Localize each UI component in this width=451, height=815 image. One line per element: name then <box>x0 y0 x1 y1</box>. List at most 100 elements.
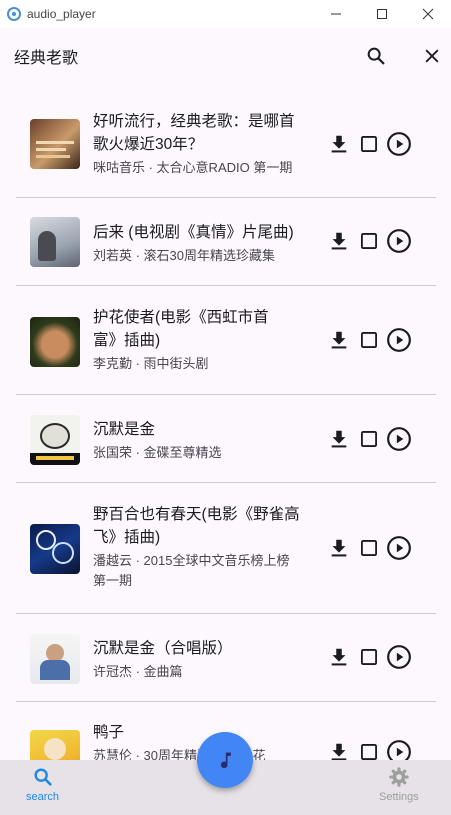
song-text: 护花使者(电影《西虹市首 富》插曲) 李克勤 · 雨中街头剧 <box>93 306 315 374</box>
play-button[interactable] <box>385 534 412 562</box>
list-item[interactable]: 好听流行，经典老歌：是哪首 歌火爆近30年？ 咪咕音乐 · 太合心意RADIO 第… <box>0 99 451 198</box>
song-actions <box>325 326 415 354</box>
album-cover-image <box>30 119 80 169</box>
play-circle-icon <box>386 328 411 352</box>
app-bar: 经典老歌 <box>0 28 451 84</box>
search-icon <box>367 47 385 65</box>
list-item[interactable]: 后来 (电视剧《真情》片尾曲) 刘若英 · 滚石30周年精选珍藏集 <box>0 198 451 286</box>
list-item[interactable]: 护花使者(电影《西虹市首 富》插曲) 李克勤 · 雨中街头剧 <box>0 286 451 395</box>
play-circle-icon <box>386 536 411 560</box>
song-title: 护花使者(电影《西虹市首 富》插曲) <box>93 309 269 349</box>
song-title: 野百合也有春天(电影《野雀高 飞》插曲) <box>93 506 300 546</box>
album-cover-image <box>30 217 80 267</box>
select-checkbox[interactable] <box>355 738 382 760</box>
download-button[interactable] <box>325 227 352 255</box>
download-button[interactable] <box>325 643 352 671</box>
song-title: 沉默是金（合唱版） <box>93 640 233 657</box>
song-text: 沉默是金 张国荣 · 金碟至尊精选 <box>93 418 315 463</box>
checkbox-icon <box>360 431 377 447</box>
song-title: 好听流行，经典老歌：是哪首 歌火爆近30年？ <box>93 113 295 153</box>
window-titlebar: audio_player <box>0 0 451 28</box>
gear-icon <box>389 767 409 787</box>
checkbox-icon <box>360 744 377 760</box>
album-cover-image <box>30 634 80 684</box>
window-close-button[interactable] <box>405 0 451 28</box>
list-item[interactable]: 沉默是金 张国荣 · 金碟至尊精选 <box>0 395 451 483</box>
song-title: 沉默是金 <box>93 421 156 438</box>
play-circle-icon <box>386 132 411 156</box>
download-button[interactable] <box>325 130 352 158</box>
album-cover-image <box>30 730 80 760</box>
close-icon <box>422 8 434 20</box>
play-button[interactable] <box>385 227 412 255</box>
minimize-icon <box>331 13 341 15</box>
select-checkbox[interactable] <box>355 534 382 562</box>
play-button[interactable] <box>385 643 412 671</box>
song-text: 后来 (电视剧《真情》片尾曲) 刘若英 · 滚石30周年精选珍藏集 <box>93 221 315 266</box>
select-checkbox[interactable] <box>355 326 382 354</box>
download-icon <box>331 331 346 349</box>
minimize-button[interactable] <box>313 0 359 28</box>
play-circle-icon <box>386 427 411 451</box>
song-actions <box>325 425 415 453</box>
checkbox-icon <box>360 332 377 348</box>
select-checkbox[interactable] <box>355 227 382 255</box>
album-cover-image <box>30 415 80 465</box>
play-button[interactable] <box>385 326 412 354</box>
select-checkbox[interactable] <box>355 425 382 453</box>
song-text: 好听流行，经典老歌：是哪首 歌火爆近30年？ 咪咕音乐 · 太合心意RADIO 第… <box>93 110 315 178</box>
song-subtitle: 张国荣 · 金碟至尊精选 <box>93 445 222 460</box>
song-text: 沉默是金（合唱版） 许冠杰 · 金曲篇 <box>93 637 315 682</box>
select-checkbox[interactable] <box>355 643 382 671</box>
search-icon <box>33 768 52 786</box>
search-button[interactable] <box>356 36 396 76</box>
download-button[interactable] <box>325 738 352 760</box>
album-cover-image <box>30 317 80 367</box>
checkbox-icon <box>360 233 377 249</box>
song-subtitle: 刘若英 · 滚石30周年精选珍藏集 <box>93 248 276 263</box>
app-logo-icon <box>7 7 21 21</box>
maximize-button[interactable] <box>359 0 405 28</box>
song-actions <box>325 130 415 158</box>
download-icon <box>331 232 346 250</box>
song-text: 野百合也有春天(电影《野雀高 飞》插曲) 潘越云 · 2015全球中文音乐榜上榜第… <box>93 503 315 591</box>
play-circle-icon <box>386 229 411 253</box>
now-playing-fab[interactable] <box>197 732 253 788</box>
download-icon <box>331 135 346 153</box>
play-button[interactable] <box>385 738 412 760</box>
checkbox-icon <box>360 649 377 665</box>
window-title: audio_player <box>27 7 96 21</box>
song-subtitle: 潘越云 · 2015全球中文音乐榜上榜 第一期 <box>93 553 290 588</box>
nav-item-settings[interactable]: Settings <box>379 766 419 803</box>
download-button[interactable] <box>325 425 352 453</box>
checkbox-icon <box>360 136 377 152</box>
list-item[interactable]: 野百合也有春天(电影《野雀高 飞》插曲) 潘越云 · 2015全球中文音乐榜上榜第… <box>0 483 451 614</box>
download-button[interactable] <box>325 534 352 562</box>
download-icon <box>331 648 346 666</box>
music-note-icon <box>220 752 231 769</box>
select-checkbox[interactable] <box>355 130 382 158</box>
play-circle-icon <box>386 740 411 760</box>
nav-label-search: search <box>26 791 60 803</box>
download-button[interactable] <box>325 326 352 354</box>
maximize-icon <box>377 9 387 19</box>
song-actions <box>325 738 415 760</box>
song-actions <box>325 534 415 562</box>
song-actions <box>325 643 415 671</box>
page-title: 经典老歌 <box>14 50 79 67</box>
checkbox-icon <box>360 540 377 556</box>
download-icon <box>331 539 346 557</box>
list-item[interactable]: 沉默是金（合唱版） 许冠杰 · 金曲篇 <box>0 614 451 702</box>
song-title: 后来 (电视剧《真情》片尾曲) <box>93 224 294 241</box>
play-button[interactable] <box>385 425 412 453</box>
song-subtitle: 许冠杰 · 金曲篇 <box>93 664 183 679</box>
song-subtitle: 李克勤 · 雨中街头剧 <box>93 356 209 371</box>
nav-label-settings: Settings <box>379 791 419 803</box>
close-search-button[interactable] <box>412 36 451 76</box>
download-icon <box>331 743 346 760</box>
song-actions <box>325 227 415 255</box>
nav-item-search[interactable]: search <box>26 766 59 803</box>
play-circle-icon <box>386 645 411 669</box>
play-button[interactable] <box>385 130 412 158</box>
close-icon <box>425 49 439 63</box>
